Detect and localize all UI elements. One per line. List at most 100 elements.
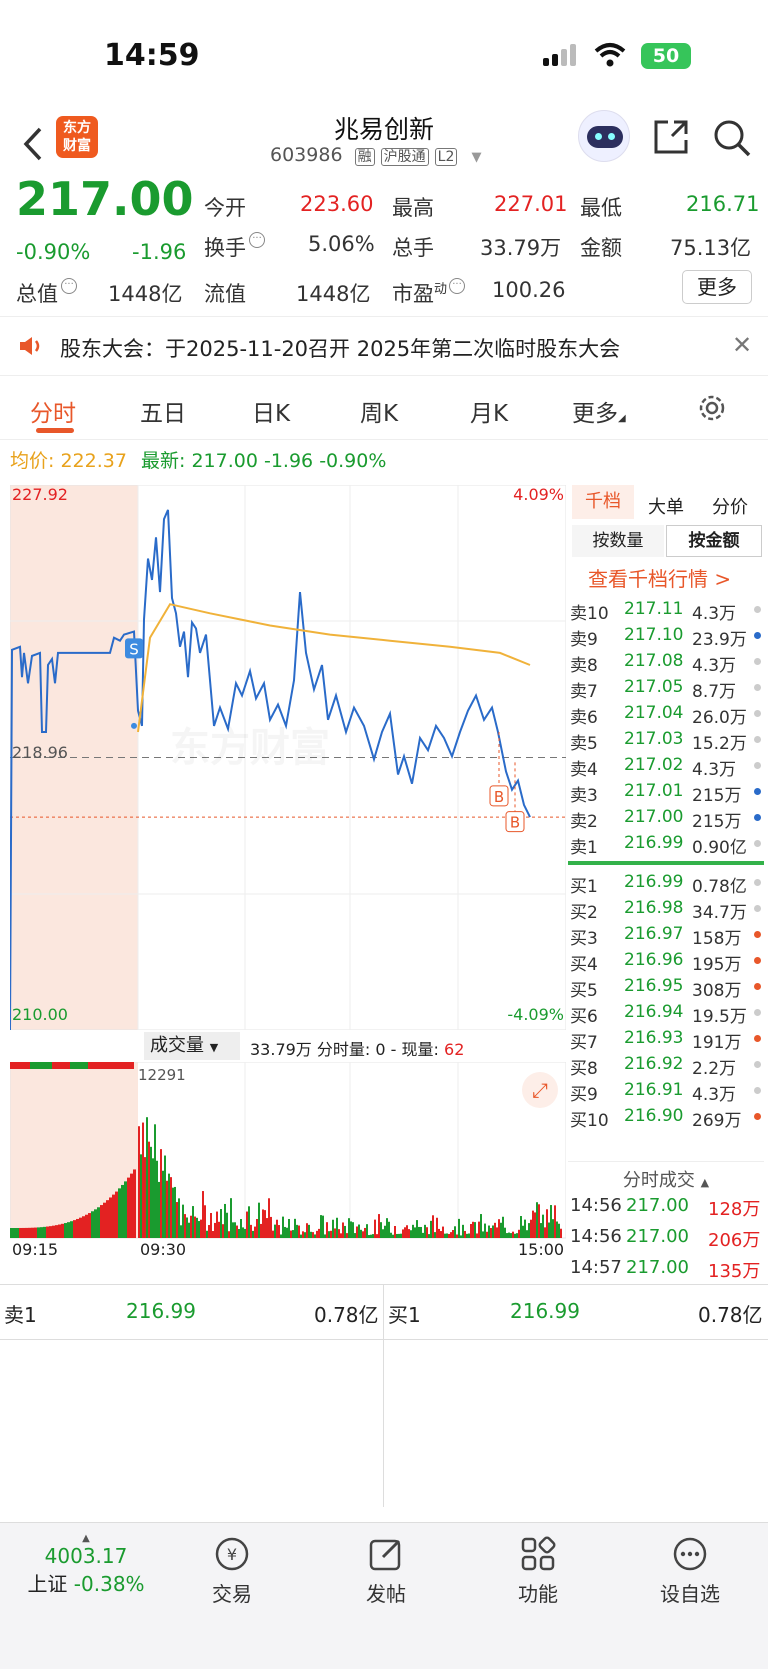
volume-bar <box>304 1232 306 1238</box>
volume-total: 33.79万 <box>250 1040 312 1059</box>
volume-bar <box>242 1227 244 1238</box>
pct-top-label: 4.09% <box>513 485 564 504</box>
tab-daily-k[interactable]: 日K <box>252 394 290 428</box>
volume-bar <box>118 1188 121 1238</box>
volume-bar <box>121 1184 124 1238</box>
volume-bar <box>236 1225 238 1238</box>
nav-function-label: 功能 <box>518 1582 558 1606</box>
volume-bar <box>412 1224 414 1238</box>
volume-selector[interactable]: 成交量 ▼ <box>144 1032 240 1060</box>
bid-row: 买8 216.92 2.2万 <box>568 1052 768 1079</box>
volume-bar <box>46 1226 49 1238</box>
sell-marker-label: S <box>129 640 139 658</box>
volume-bar <box>538 1204 540 1238</box>
tab-weekly-k[interactable]: 周K <box>360 394 398 428</box>
nav-function[interactable]: 功能 <box>478 1535 598 1607</box>
volume-bar <box>168 1173 170 1238</box>
level-divider <box>383 1285 384 1507</box>
ticks-header[interactable]: 分时成交 ▲ <box>568 1161 764 1192</box>
book-sub-amount[interactable]: 按金额 <box>666 525 762 557</box>
volume-bar <box>448 1233 450 1238</box>
avg-price-line <box>137 603 531 733</box>
volume-bar <box>464 1230 466 1238</box>
book-tab-depth[interactable]: 千档 <box>572 485 634 519</box>
volume-bar <box>138 1126 140 1238</box>
volume-bar <box>67 1222 70 1238</box>
tab-monthly-k[interactable]: 月K <box>470 394 508 428</box>
volume-bar <box>85 1214 88 1238</box>
volume-bar <box>434 1232 436 1238</box>
volume-bar <box>410 1230 412 1238</box>
ask-volume: 4.3万 <box>692 760 737 780</box>
book-tab-price[interactable]: 分价 <box>712 493 748 519</box>
ticks-title: 分时成交 <box>622 1170 695 1191</box>
book-sub-qty[interactable]: 按数量 <box>572 525 664 557</box>
volume-bar <box>202 1191 204 1238</box>
volume-bar <box>294 1218 296 1238</box>
tab-five-day[interactable]: 五日 <box>140 394 186 428</box>
volume-bar <box>250 1224 252 1238</box>
gear-icon[interactable] <box>696 392 728 424</box>
flow-dot-icon <box>754 632 761 639</box>
ask-volume: 215万 <box>692 812 742 832</box>
quote-panel: 217.00 -0.90% -1.96 总值 ··· 1448亿 今开 223.6… <box>0 172 768 313</box>
volume-bar <box>398 1233 400 1238</box>
flow-dot-icon <box>754 736 761 743</box>
volume-chart[interactable]: 12291 ⤢ 09:15 09:30 15:00 <box>9 1061 567 1262</box>
tab-intraday[interactable]: 分时 <box>30 394 76 428</box>
volume-bar <box>526 1230 528 1238</box>
volume-bar <box>392 1234 394 1238</box>
volume-bar <box>358 1224 360 1238</box>
notice-bar[interactable]: 股东大会：于2025-11-20召开 2025年第二次临时股东大会 ✕ <box>0 316 768 376</box>
turnover-label-text: 换手 <box>204 236 246 260</box>
volume-bar <box>204 1205 206 1238</box>
pe-sup: 动 <box>434 282 448 297</box>
info-icon[interactable]: ··· <box>61 278 77 294</box>
book-tab-large[interactable]: 大单 <box>648 493 684 519</box>
volume-bar <box>472 1221 474 1238</box>
bid-volume: 0.78亿 <box>692 877 747 897</box>
intraday-chart[interactable]: S BB 227.92 210.00 218.96 4.09% -4.09% 东方… <box>9 484 567 1031</box>
stock-code-row[interactable]: 603986 融 沪股通 L2 ▼ <box>270 144 481 166</box>
bid-price: 216.97 <box>624 924 684 944</box>
index-ticker[interactable]: ▲ 4003.17 上证 -0.38% <box>16 1533 156 1597</box>
volume-bar <box>310 1231 312 1238</box>
expand-icon[interactable]: ⤢ <box>522 1072 558 1108</box>
mcap-label-text: 总值 <box>16 282 58 306</box>
depth-link[interactable]: 查看千档行情 > <box>588 563 731 592</box>
volume-bar <box>200 1219 202 1238</box>
x-label-open: 09:30 <box>140 1240 187 1259</box>
bottom-nav: ▲ 4003.17 上证 -0.38% ¥ 交易 发帖 功能 设自选 <box>0 1522 768 1669</box>
volume-bar <box>428 1234 430 1238</box>
bid-level: 买9 <box>570 1085 598 1105</box>
ask-level: 卖3 <box>570 786 598 806</box>
volume-bar <box>160 1149 162 1238</box>
bid-price: 216.91 <box>624 1080 684 1100</box>
volume-bar <box>186 1217 188 1238</box>
nav-post[interactable]: 发帖 <box>326 1535 446 1607</box>
close-icon[interactable]: ✕ <box>732 331 752 359</box>
info-icon[interactable]: ··· <box>249 232 265 248</box>
tick-amount: 128万 <box>708 1199 761 1220</box>
low-label: 最低 <box>580 196 622 220</box>
ask-row: 卖10 217.11 4.3万 <box>568 597 768 624</box>
bid-row: 买10 216.90 269万 <box>568 1104 768 1131</box>
volume-bar <box>446 1233 448 1238</box>
volume-bar <box>416 1220 418 1238</box>
bid-price: 216.90 <box>624 1106 684 1126</box>
volume-bar <box>520 1216 522 1238</box>
search-icon[interactable] <box>712 118 752 158</box>
volume-bar <box>76 1218 79 1238</box>
share-icon[interactable] <box>652 118 690 156</box>
more-button[interactable]: 更多 <box>682 270 752 304</box>
volume-bar <box>490 1228 492 1238</box>
robot-avatar-icon[interactable] <box>578 110 630 162</box>
bid-row: 买9 216.91 4.3万 <box>568 1078 768 1105</box>
battery-icon: 50 <box>641 43 691 69</box>
nav-trade[interactable]: ¥ 交易 <box>172 1535 292 1607</box>
volume-bar <box>494 1222 496 1238</box>
info-icon[interactable]: ··· <box>449 278 466 294</box>
tab-more[interactable]: 更多◢ <box>572 394 626 428</box>
nav-add-watchlist[interactable]: 设自选 <box>630 1535 750 1607</box>
volume-bar <box>488 1225 490 1238</box>
